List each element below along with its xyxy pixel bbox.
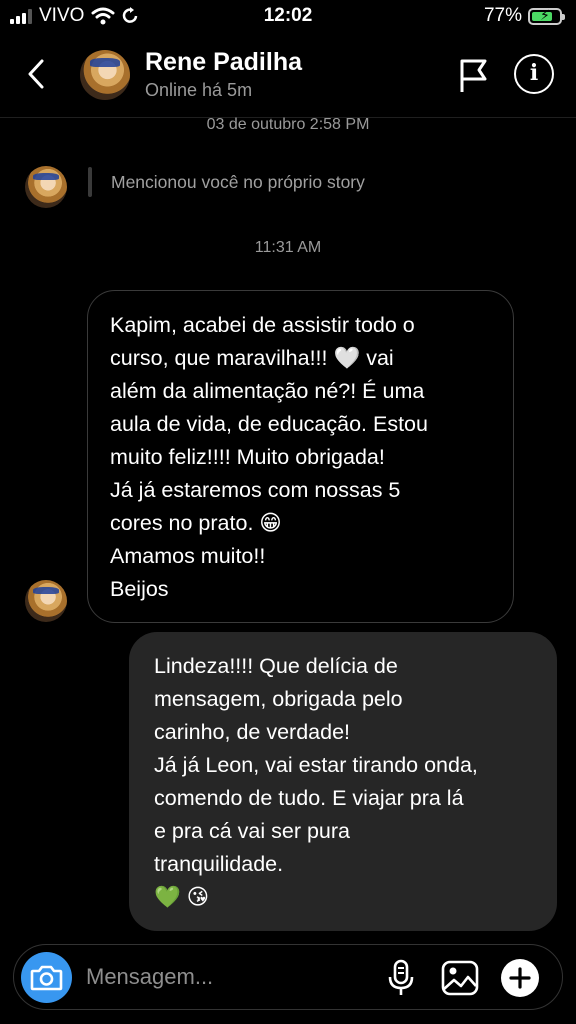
- camera-icon: [30, 965, 63, 991]
- camera-button[interactable]: [21, 952, 72, 1003]
- info-icon[interactable]: i: [514, 54, 554, 94]
- story-mention-row[interactable]: Mencionou você no próprio story: [0, 162, 576, 212]
- battery-icon: ⚡: [528, 7, 565, 25]
- status-right: 77% ⚡: [483, 5, 565, 27]
- timestamp: 11:31 AM: [254, 239, 322, 256]
- battery-percent: 77%: [483, 5, 522, 26]
- message-input[interactable]: [86, 955, 376, 999]
- contact-avatar[interactable]: [80, 50, 130, 100]
- story-reply-bar: [88, 167, 92, 197]
- incoming-message-bubble[interactable]: Kapim, acabei de assistir todo o curso, …: [87, 290, 514, 623]
- story-mention-text: Mencionou você no próprio story: [111, 172, 365, 192]
- gallery-icon[interactable]: [440, 959, 480, 997]
- status-bar: VIVO 12:02 77% ⚡: [0, 0, 576, 32]
- outgoing-message-bubble[interactable]: Lindeza!!!! Que delícia de mensagem, obr…: [129, 632, 557, 931]
- microphone-icon[interactable]: [384, 959, 418, 997]
- contact-name[interactable]: Rene Padilha: [145, 48, 302, 77]
- plus-icon: [509, 967, 531, 989]
- chat-header: Rene Padilha Online há 5m i: [0, 32, 576, 118]
- timestamp: 03 de outubro 2:58 PM: [206, 116, 370, 133]
- sender-avatar: [25, 580, 67, 622]
- message-composer: [13, 944, 563, 1010]
- contact-status: Online há 5m: [145, 80, 253, 100]
- flag-icon[interactable]: [456, 56, 490, 94]
- back-chevron-icon[interactable]: [22, 56, 52, 92]
- sender-avatar: [25, 166, 67, 208]
- plus-button[interactable]: [501, 959, 539, 997]
